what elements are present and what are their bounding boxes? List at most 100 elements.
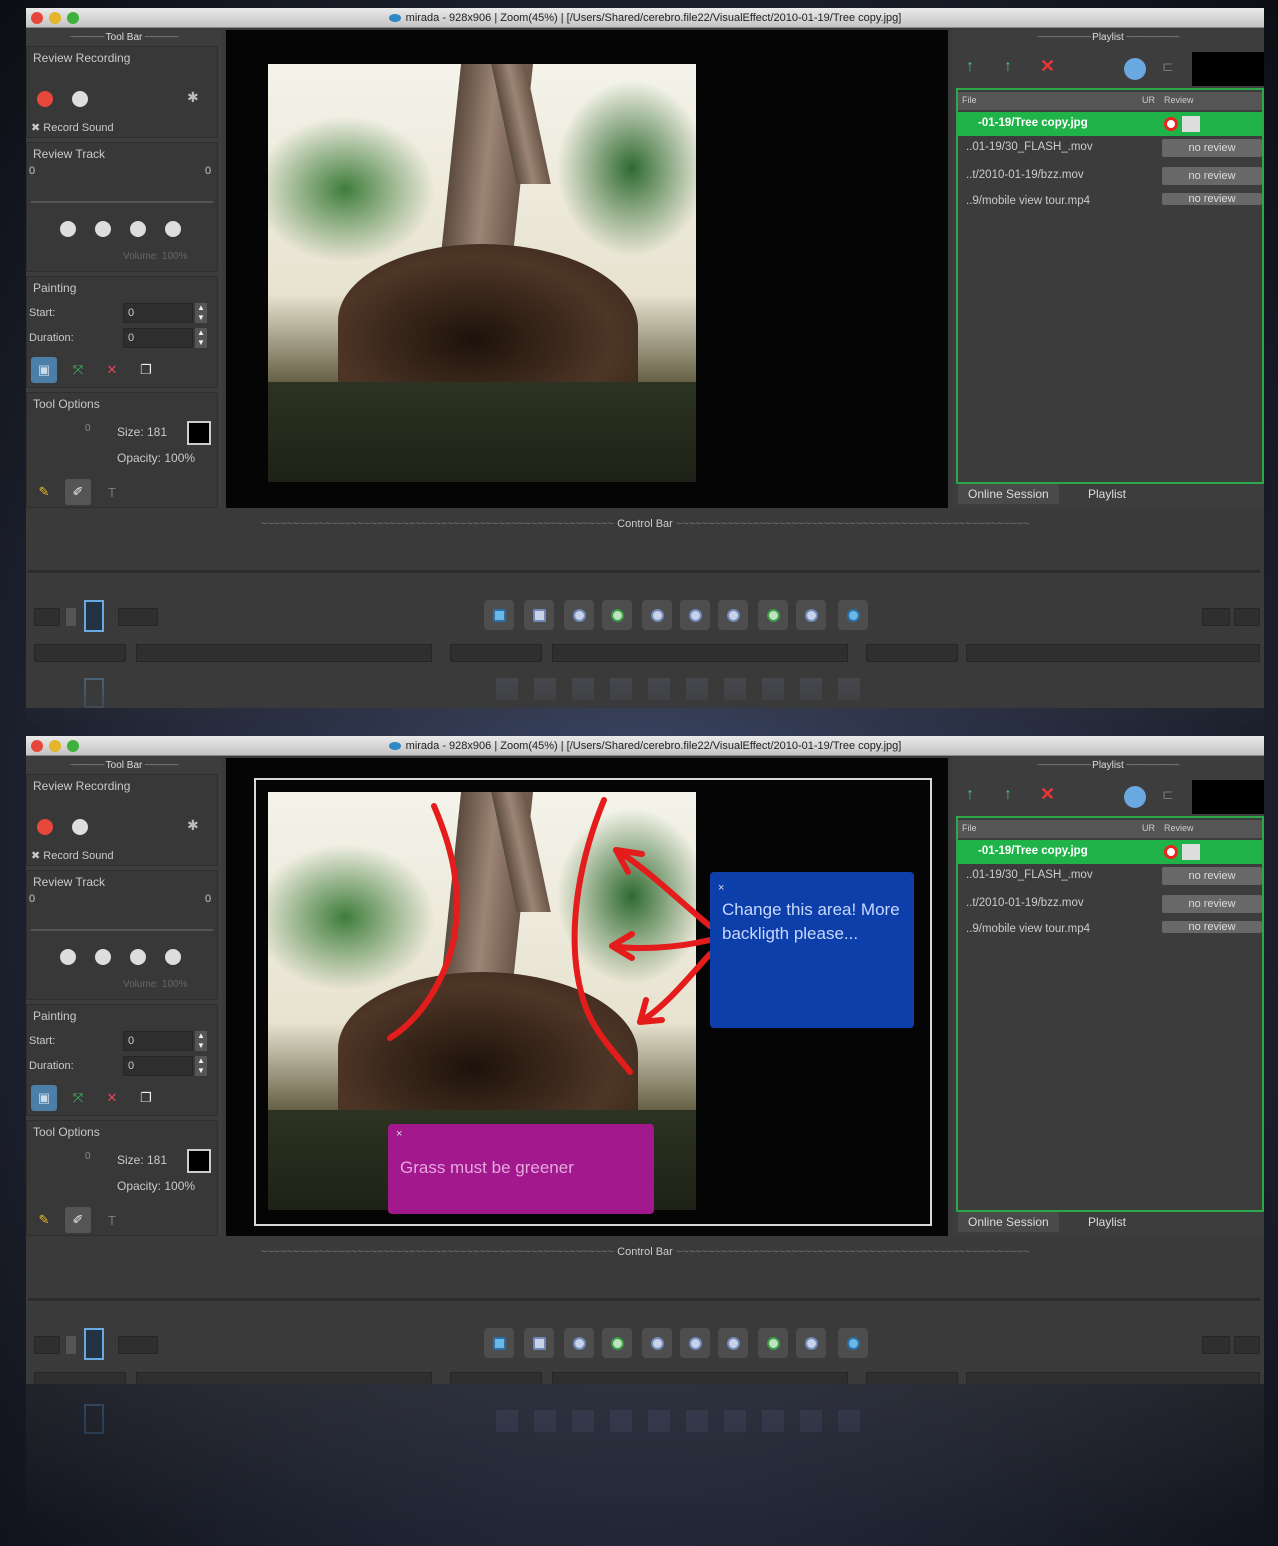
move-down-icon[interactable]: ↑ [1004,786,1012,804]
brush-tool-icon[interactable]: ✐ [65,1207,91,1233]
playlist-row[interactable]: ..01-19/30_FLASH_.mov no review [958,864,1262,888]
end-field[interactable] [1234,608,1260,626]
erase-tool-icon[interactable]: ✕ [99,357,125,383]
end-field[interactable] [1234,1336,1260,1354]
magenta-note[interactable]: × Grass must be greener [388,1124,654,1214]
in-timecode-field[interactable] [136,1372,432,1384]
track-stop-button[interactable] [130,949,146,965]
copy-tool-icon[interactable]: ❐ [133,357,159,383]
review-status[interactable]: no review [1162,193,1262,205]
tab-playlist[interactable]: Playlist [1078,484,1137,504]
frame-stepper[interactable] [66,608,76,626]
remove-item-icon[interactable]: ✕ [1040,56,1055,77]
timeline-track[interactable] [28,1298,1260,1301]
playlist-row[interactable]: ..9/mobile view tour.mp4 no review [958,190,1262,214]
go-start-button[interactable] [564,1328,594,1358]
zoom-window-button[interactable] [67,740,79,752]
col-file[interactable]: File [962,95,977,105]
step-back-button[interactable] [642,600,672,630]
tab-online-session[interactable]: Online Session [958,1212,1059,1232]
review-status[interactable]: no review [1162,921,1262,933]
view-mode-icon[interactable] [84,1328,104,1360]
blue-note-close-icon[interactable]: × [718,876,724,900]
copy-tool-icon[interactable]: ❐ [133,1085,159,1111]
text-tool-icon[interactable]: T [99,1207,125,1233]
color-swatch[interactable] [187,1149,211,1173]
stop-record-button[interactable] [72,819,88,835]
record-sound-checkbox[interactable]: ✖ Record Sound [31,121,114,134]
record-button[interactable] [37,91,53,107]
pin-icon[interactable]: ✱ [187,817,199,834]
minimize-window-button[interactable] [49,12,61,24]
frame-field[interactable] [34,1336,60,1354]
tab-playlist[interactable]: Playlist [1078,1212,1137,1232]
loop-button[interactable] [838,600,868,630]
remove-item-icon[interactable]: ✕ [1040,784,1055,805]
play-backward-button[interactable] [602,1328,632,1358]
play-forward-button[interactable] [758,1328,788,1358]
in-timecode-field[interactable] [136,644,432,662]
out-timecode-field[interactable] [966,1372,1260,1384]
image-viewer[interactable]: × Change this area! More backligth pleas… [226,758,948,1236]
record-button[interactable] [37,819,53,835]
in-point-field[interactable] [34,644,126,662]
erase-tool-icon[interactable]: ✕ [99,1085,125,1111]
step-back-button[interactable] [642,1328,672,1358]
col-review[interactable]: Review [1164,95,1194,105]
record-sound-checkbox[interactable]: ✖ Record Sound [31,849,114,862]
go-end-button[interactable] [796,1328,826,1358]
snapshot-button[interactable] [484,600,514,630]
play-forward-button[interactable] [758,600,788,630]
text-tool-icon[interactable]: T [99,479,125,505]
frame-field[interactable] [34,608,60,626]
close-window-button[interactable] [31,12,43,24]
track-pause-button[interactable] [95,221,111,237]
select-tool-icon[interactable]: ▣ [31,1085,57,1111]
review-status[interactable]: no review [1162,867,1262,885]
move-down-icon[interactable]: ↑ [1004,58,1012,76]
playlist-row[interactable]: ..t/2010-01-19/bzz.mov no review [958,164,1262,188]
start-input[interactable]: 0 [123,1031,193,1051]
brush-tool-icon[interactable]: ✐ [65,479,91,505]
stop-button[interactable] [680,1328,710,1358]
move-up-icon[interactable]: ↑ [966,786,974,804]
image-viewer[interactable] [226,30,948,508]
fullscreen-button[interactable] [524,600,554,630]
in-point-field[interactable] [34,1372,126,1384]
zoom-window-button[interactable] [67,12,79,24]
review-status[interactable]: no review [1162,139,1262,157]
tab-online-session[interactable]: Online Session [958,484,1059,504]
step-forward-button[interactable] [718,600,748,630]
current-timecode-field[interactable] [552,644,848,662]
track-slider[interactable] [31,201,213,203]
zoom-field[interactable] [1202,608,1230,626]
stop-button[interactable] [680,600,710,630]
col-file[interactable]: File [962,823,977,833]
track-slider[interactable] [31,929,213,931]
play-backward-button[interactable] [602,600,632,630]
close-window-button[interactable] [31,740,43,752]
color-swatch[interactable] [187,421,211,445]
playlist-row[interactable]: ..t/2010-01-19/bzz.mov no review [958,892,1262,916]
review-status[interactable]: no review [1162,167,1262,185]
layout-icon[interactable]: ⊏ [1162,58,1174,75]
track-mute-button[interactable] [165,949,181,965]
track-stop-button[interactable] [130,221,146,237]
duration-input[interactable]: 0 [123,328,193,348]
start-stepper[interactable]: ▲ ▼ [195,1031,207,1051]
pencil-tool-icon[interactable]: ✎ [31,479,57,505]
review-record-icon[interactable] [1164,117,1178,131]
transform-tool-icon[interactable]: ⤧ [65,1085,91,1111]
review-film-icon[interactable] [1182,844,1200,860]
step-forward-button[interactable] [718,1328,748,1358]
out-timecode-field[interactable] [966,644,1260,662]
zoom-field[interactable] [1202,1336,1230,1354]
layout-icon[interactable]: ⊏ [1162,786,1174,803]
fps-field[interactable] [118,608,158,626]
playlist-row[interactable]: -01-19/Tree copy.jpg [958,840,1262,864]
fps-field[interactable] [118,1336,158,1354]
col-ur[interactable]: UR [1142,95,1155,105]
playlist-row[interactable]: ..01-19/30_FLASH_.mov no review [958,136,1262,160]
out-point-field[interactable] [866,1372,958,1384]
globe-icon[interactable] [1124,786,1146,808]
